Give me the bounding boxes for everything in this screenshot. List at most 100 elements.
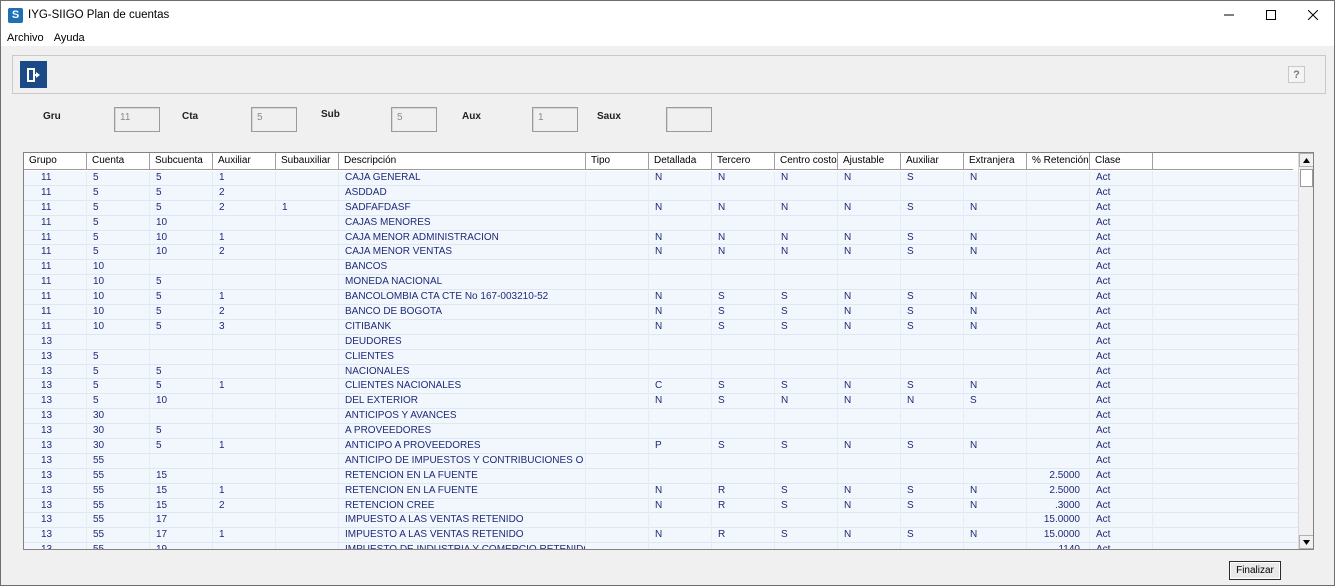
cell-subcuenta <box>150 409 213 425</box>
sub-field[interactable]: 5 <box>391 107 437 132</box>
scroll-down-button[interactable] <box>1299 535 1313 549</box>
aux-field[interactable]: 1 <box>532 107 578 132</box>
column-header-extranjera[interactable]: Extranjera <box>964 153 1027 170</box>
table-row[interactable]: 13 5 5 NACIONALES Act <box>24 364 1299 380</box>
cell-cuenta: 55 <box>87 468 150 484</box>
table-row[interactable]: 11 5 5 1 CAJA GENERAL N N N N S N Act <box>24 171 1299 186</box>
cell-subcuenta: 5 <box>150 319 213 335</box>
cell-subcuenta: 17 <box>150 528 213 544</box>
table-row[interactable]: 11 5 10 1 CAJA MENOR ADMINISTRACION N N N N S N Act <box>24 230 1299 246</box>
minimize-button[interactable] <box>1208 1 1250 29</box>
table-row[interactable]: 11 10 5 3 CITIBANK N S S N S N Act <box>24 319 1299 335</box>
table-row[interactable]: 13 55 17 1 IMPUESTO A LAS VENTAS RETENIDO N R S… <box>24 528 1299 544</box>
column-header-centro-costo[interactable]: Centro costo <box>775 153 838 170</box>
table-row[interactable]: 13 5 10 DEL EXTERIOR N S N N N S Act <box>24 394 1299 410</box>
cell-centro-costo: S <box>775 498 838 514</box>
cell-subauxiliar <box>276 394 339 410</box>
cell-cuenta: 5 <box>87 230 150 246</box>
cell-centro-costo: S <box>775 290 838 306</box>
table-row[interactable]: 13 55 17 IMPUESTO A LAS VENTAS RETENIDO 15.0… <box>24 513 1299 529</box>
table-row[interactable]: 13 30 5 1 ANTICIPO A PROVEEDORES P S S N S N Act <box>24 439 1299 454</box>
vertical-scrollbar[interactable] <box>1298 153 1313 549</box>
table-row[interactable]: 11 5 10 CAJAS MENORES Act <box>24 215 1299 231</box>
table-row[interactable]: 11 5 5 2 ASDDAD Act <box>24 185 1299 201</box>
column-header-auxiliar-flag[interactable]: Auxiliar <box>901 153 964 170</box>
help-button[interactable]: ? <box>1288 66 1305 83</box>
column-header-grupo[interactable]: Grupo <box>24 153 87 170</box>
column-header-clase[interactable]: Clase <box>1090 153 1153 170</box>
cell-ajustable: N <box>838 290 901 306</box>
column-header-subauxiliar[interactable]: Subauxiliar <box>276 153 339 170</box>
scroll-thumb[interactable] <box>1300 169 1313 187</box>
table-row[interactable]: 13 55 15 RETENCION EN LA FUENTE 2.5000 Act <box>24 468 1299 484</box>
table-row[interactable]: 13 30 ANTICIPOS Y AVANCES Act <box>24 409 1299 425</box>
cell-ajustable: N <box>838 319 901 335</box>
column-header-tipo[interactable]: Tipo <box>586 153 649 170</box>
accounts-grid[interactable]: Grupo Cuenta Subcuenta Auxiliar Subauxiliar D… <box>23 152 1314 550</box>
table-row[interactable]: 11 10 BANCOS Act <box>24 260 1299 276</box>
cell-cuenta: 30 <box>87 424 150 440</box>
cell-cuenta: 55 <box>87 453 150 469</box>
table-row[interactable]: 11 10 5 MONEDA NACIONAL Act <box>24 275 1299 291</box>
table-row[interactable]: 11 10 5 1 BANCOLOMBIA CTA CTE No 167-003210-… <box>24 290 1299 306</box>
cta-field[interactable]: 5 <box>251 107 297 132</box>
table-row[interactable]: 13 55 15 2 RETENCION CREE N R S N S N .3000 Act <box>24 498 1299 514</box>
menu-ayuda[interactable]: Ayuda <box>54 32 85 44</box>
gru-field[interactable]: 11 <box>114 107 160 132</box>
table-row[interactable]: 11 5 10 2 CAJA MENOR VENTAS N N N N S N Act <box>24 245 1299 261</box>
scroll-up-button[interactable] <box>1299 153 1313 167</box>
cell-centro-costo: S <box>775 439 838 454</box>
cell-tercero <box>712 215 775 231</box>
cell-centro-costo <box>775 349 838 365</box>
cell-ajustable <box>838 424 901 440</box>
cell-extranjera: N <box>964 379 1027 395</box>
cell-descripcion: CAJA MENOR VENTAS <box>339 245 586 261</box>
cell-extranjera: N <box>964 319 1027 335</box>
cell-detallada <box>649 215 712 231</box>
table-row[interactable]: 13 5 5 1 CLIENTES NACIONALES C S S N S N Act <box>24 379 1299 395</box>
cell-cuenta: 10 <box>87 319 150 335</box>
cell-grupo: 11 <box>24 230 87 246</box>
table-row[interactable]: 13 5 CLIENTES Act <box>24 349 1299 365</box>
cell-subauxiliar <box>276 379 339 395</box>
cell-subcuenta: 5 <box>150 439 213 454</box>
cell-clase: Act <box>1090 364 1153 380</box>
cell-subcuenta <box>150 260 213 276</box>
cell-clase: Act <box>1090 305 1153 320</box>
cell-clase: Act <box>1090 439 1153 454</box>
gru-label: Gru <box>43 111 61 122</box>
column-header-cuenta[interactable]: Cuenta <box>87 153 150 170</box>
finish-button[interactable]: Finalizar <box>1229 561 1281 580</box>
cell-tercero: N <box>712 171 775 186</box>
table-row[interactable]: 11 10 5 2 BANCO DE BOGOTA N S S N S N Act <box>24 305 1299 320</box>
column-header-filler <box>1153 153 1293 170</box>
menu-archivo[interactable]: Archivo <box>7 32 44 44</box>
column-header-ajustable[interactable]: Ajustable <box>838 153 901 170</box>
column-header-auxiliar[interactable]: Auxiliar <box>213 153 276 170</box>
cell-clase: Act <box>1090 379 1153 395</box>
cell-tipo <box>586 453 649 469</box>
table-row[interactable]: 13 30 5 A PROVEEDORES Act <box>24 424 1299 440</box>
cell-extranjera: N <box>964 230 1027 246</box>
cell-tipo <box>586 245 649 261</box>
cell-subcuenta: 5 <box>150 424 213 440</box>
column-header-subcuenta[interactable]: Subcuenta <box>150 153 213 170</box>
cell-auxiliar-flag <box>901 260 964 276</box>
table-row[interactable]: 13 55 15 1 RETENCION EN LA FUENTE N R S N S N 2.500… <box>24 483 1299 499</box>
cell-auxiliar-flag: S <box>901 230 964 246</box>
table-row[interactable]: 13 55 ANTICIPO DE IMPUESTOS Y CONTRIBUCION… <box>24 453 1299 469</box>
close-button[interactable] <box>1292 1 1334 29</box>
column-header-detallada[interactable]: Detallada <box>649 153 712 170</box>
cell-subauxiliar <box>276 498 339 514</box>
table-row[interactable]: 13 55 19 IMPUESTO DE INDUSTRIA Y COMERCIO R… <box>24 543 1299 549</box>
cell-subcuenta: 10 <box>150 245 213 261</box>
maximize-button[interactable] <box>1250 1 1292 29</box>
table-row[interactable]: 13 DEUDORES Act <box>24 334 1299 350</box>
column-header-retencion[interactable]: % Retención <box>1027 153 1090 170</box>
table-row[interactable]: 11 5 5 2 1 SADFAFDASF N N N N S N Act <box>24 200 1299 216</box>
saux-field[interactable] <box>666 107 712 132</box>
exit-button[interactable] <box>20 61 47 88</box>
column-header-descripcion[interactable]: Descripción <box>339 153 586 170</box>
column-header-tercero[interactable]: Tercero <box>712 153 775 170</box>
cell-auxiliar-flag <box>901 349 964 365</box>
